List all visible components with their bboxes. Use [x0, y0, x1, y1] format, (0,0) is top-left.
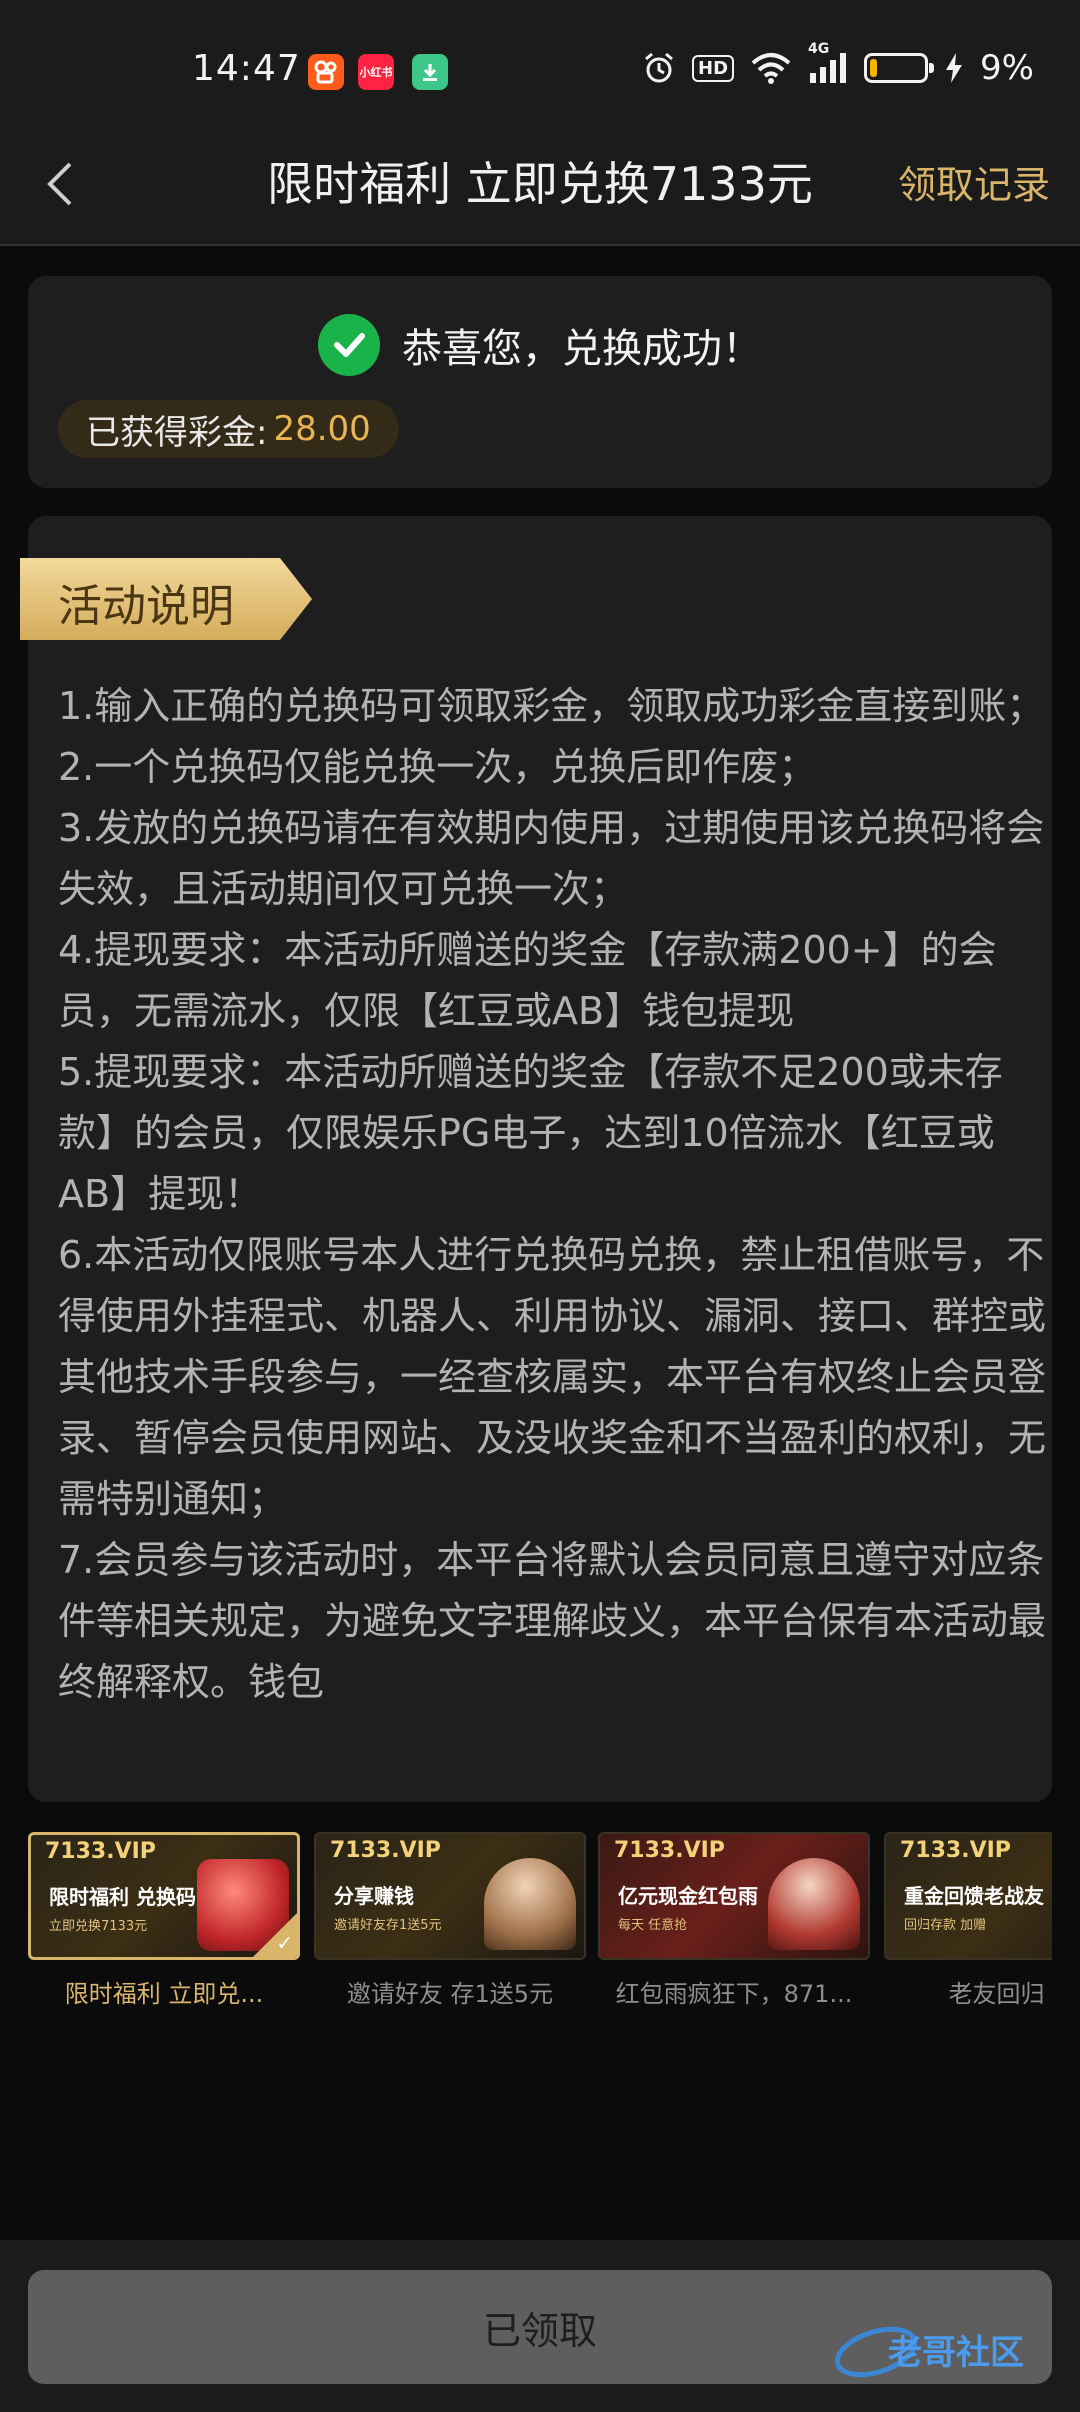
- success-message: 恭喜您，兑换成功！: [402, 326, 762, 372]
- rules-card: 活动说明 1.输入正确的兑换码可领取彩金，领取成功彩金直接到账； 2.一个兑换码…: [20, 516, 1052, 1802]
- banner-logo: 7133.VIP: [45, 1839, 156, 1864]
- rule-item: 7.会员参与该活动时，本平台将默认会员同意且遵守对应条件等相关规定，为避免文字理…: [58, 1538, 1047, 1704]
- rules-tag: 活动说明: [20, 558, 320, 640]
- banner-subline: 每天 任意抢: [618, 1918, 688, 1933]
- check-icon: ✓: [276, 1931, 293, 1955]
- rule-item: 5.提现要求：本活动所赠送的奖金【存款不足200或未存款】的会员，仅限娱乐PG电…: [58, 1050, 1003, 1216]
- banner-subline: 立即兑换7133元: [49, 1919, 148, 1934]
- bonus-label: 已获得彩金:: [86, 412, 268, 453]
- rule-item: 4.提现要求：本活动所赠送的奖金【存款满200+】的会员，无需流水，仅限【红豆或…: [58, 928, 997, 1033]
- status-icons: HD 4G 9%: [642, 41, 1034, 90]
- banner-subline: 回归存款 加赠: [904, 1918, 987, 1933]
- bonus-value: 28.00: [273, 409, 371, 449]
- banner-headline: 分享赚钱: [334, 1884, 414, 1908]
- banner-logo: 7133.VIP: [330, 1838, 441, 1863]
- download-app-icon: [412, 54, 448, 90]
- model-portrait-art: [484, 1858, 576, 1950]
- xiaohongshu-app-icon: 小红书: [358, 54, 394, 90]
- bonus-pill: 已获得彩金: 28.00: [58, 400, 399, 458]
- hd-icon: HD: [692, 54, 735, 82]
- signal-icon: 4G: [808, 41, 848, 85]
- banner-caption: 限时福利 立即兑...: [64, 1980, 264, 2008]
- battery-percent: 9%: [980, 48, 1034, 88]
- promo-banner-share[interactable]: 7133.VIP 分享赚钱 邀请好友存1送5元 邀请好友 存1送5元: [314, 1832, 586, 2009]
- battery-fill: [870, 59, 878, 77]
- wifi-icon: [750, 51, 792, 85]
- rule-item: 3.发放的兑换码请在有效期内使用，过期使用该兑换码将会失效，且活动期间仅可兑换一…: [58, 806, 1045, 911]
- banner-subline: 邀请好友存1送5元: [334, 1918, 442, 1933]
- status-time: 14:47: [192, 48, 301, 89]
- promo-banner-old-friends[interactable]: 7133.VIP 重金回馈老战友 回归存款 加赠 老友回归 第2: [884, 1832, 1052, 2009]
- promo-banner-image: 7133.VIP 分享赚钱 邀请好友存1送5元: [314, 1832, 586, 1960]
- banner-headline: 限时福利 兑换码: [49, 1885, 196, 1909]
- success-row: 恭喜您，兑换成功！: [28, 314, 1052, 376]
- promo-banner-red-packet[interactable]: 7133.VIP 亿元现金红包雨 每天 任意抢 红包雨疯狂下，871...: [598, 1832, 870, 2009]
- header: 限时福利 立即兑换7133元 领取记录: [0, 130, 1080, 246]
- bottom-bar: 已领取 老哥社区: [0, 2240, 1080, 2412]
- banner-headline: 重金回馈老战友: [904, 1884, 1044, 1908]
- status-bar: 14:47 小红书 HD 4G 9%: [0, 0, 1080, 130]
- rule-item: 2.一个兑换码仅能兑换一次，兑换后即作废；: [58, 745, 817, 789]
- rule-item: 1.输入正确的兑换码可领取彩金，领取成功彩金直接到账；: [58, 684, 1045, 728]
- kuaishou-app-icon: [308, 54, 344, 90]
- network-type-label: 4G: [808, 41, 830, 57]
- battery-icon: [864, 53, 935, 83]
- promo-carousel[interactable]: 7133.VIP 限时福利 兑换码 立即兑换7133元 ✓ 限时福利 立即兑..…: [28, 1832, 1052, 2012]
- promo-banner-image: 7133.VIP 重金回馈老战友 回归存款 加赠: [884, 1832, 1052, 1960]
- banner-caption: 邀请好友 存1送5元: [346, 1980, 554, 2008]
- promo-banner-limited-welfare[interactable]: 7133.VIP 限时福利 兑换码 立即兑换7133元 ✓ 限时福利 立即兑..…: [28, 1832, 300, 2009]
- success-check-icon: [318, 314, 380, 376]
- banner-logo: 7133.VIP: [614, 1838, 725, 1863]
- xiaohongshu-app-label: 小红书: [359, 66, 393, 79]
- rule-item: 6.本活动仅限账号本人进行兑换码兑换，禁止租借账号，不得使用外挂程式、机器人、利…: [58, 1233, 1047, 1521]
- community-watermark-logo: 老哥社区: [834, 2326, 1024, 2378]
- success-card: 恭喜您，兑换成功！ 已获得彩金: 28.00: [28, 276, 1052, 488]
- banner-caption: 老友回归 第2: [948, 1980, 1052, 2008]
- watermark-text: 老哥社区: [888, 2333, 1024, 2373]
- banner-caption: 红包雨疯狂下，871...: [615, 1980, 853, 2008]
- model-portrait-art: [768, 1858, 860, 1950]
- banner-headline: 亿元现金红包雨: [618, 1884, 758, 1908]
- rules-tag-label: 活动说明: [58, 581, 234, 632]
- claim-record-link[interactable]: 领取记录: [898, 154, 1050, 209]
- banner-logo: 7133.VIP: [900, 1838, 1011, 1863]
- charging-icon: [944, 51, 964, 85]
- promo-banner-image: 7133.VIP 限时福利 兑换码 立即兑换7133元 ✓: [28, 1832, 300, 1960]
- alarm-icon: [642, 51, 676, 85]
- promo-banner-image: 7133.VIP 亿元现金红包雨 每天 任意抢: [598, 1832, 870, 1960]
- rules-body: 1.输入正确的兑换码可领取彩金，领取成功彩金直接到账； 2.一个兑换码仅能兑换一…: [58, 676, 1048, 1713]
